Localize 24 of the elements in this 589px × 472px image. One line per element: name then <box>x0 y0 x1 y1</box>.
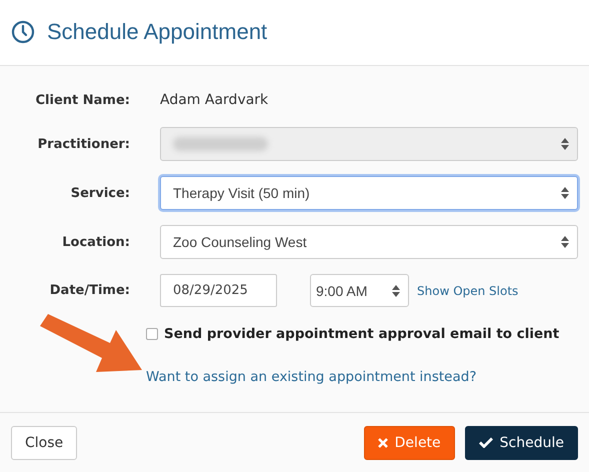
dialog-title: Schedule Appointment <box>47 18 268 44</box>
x-icon <box>378 438 388 448</box>
time-select[interactable]: 9:00 AM <box>310 274 409 307</box>
date-field[interactable]: 08/29/2025 <box>160 274 277 307</box>
field-label: Date/Time: <box>48 283 130 298</box>
updown-caret-icon <box>561 235 569 249</box>
show-open-slots-link[interactable]: Show Open Slots <box>417 284 518 298</box>
checkbox[interactable] <box>146 328 158 340</box>
checkbox-label: Send provider appointment approval email to client <box>164 326 560 342</box>
updown-caret-icon <box>392 284 400 298</box>
schedule-button[interactable]: Schedule <box>464 426 578 460</box>
updown-caret-icon <box>561 186 569 200</box>
select-field[interactable]: Zoo Counseling West <box>160 225 578 259</box>
field-label: Location: <box>61 234 130 250</box>
assign-existing-link[interactable]: Want to assign an existing appointment instead? <box>146 369 578 385</box>
field-label: Practitioner: <box>36 136 130 152</box>
client-name: Adam Aardvark <box>160 91 270 110</box>
updown-caret-icon <box>561 137 569 151</box>
clock-icon <box>11 20 35 44</box>
select-field[interactable]: Therapy Visit (50 min) <box>160 176 578 210</box>
close-button[interactable]: Close <box>11 426 78 460</box>
field-label: Client Name: <box>34 92 130 108</box>
checkmark-icon <box>478 437 493 448</box>
field-label: Service: <box>70 186 130 200</box>
